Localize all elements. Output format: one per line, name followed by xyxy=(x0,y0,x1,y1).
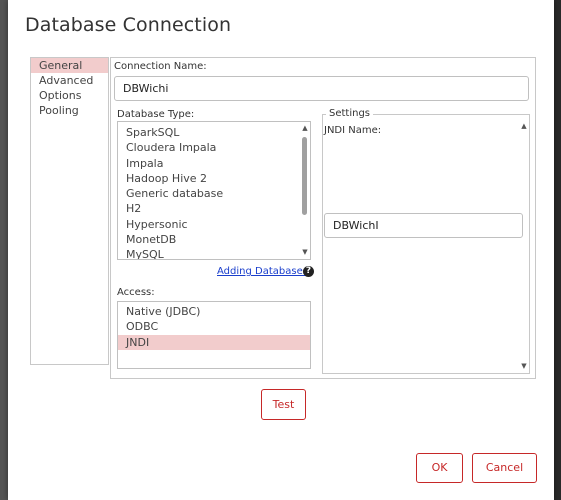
nav-item-advanced[interactable]: Advanced xyxy=(31,73,108,88)
adding-databases-link[interactable]: Adding Databases xyxy=(217,266,308,277)
db-type-option[interactable]: Hypersonic xyxy=(118,217,310,232)
database-type-list[interactable]: SparkSQL Cloudera Impala Impala Hadoop H… xyxy=(117,121,311,260)
database-type-label: Database Type: xyxy=(117,109,195,120)
settings-legend: Settings xyxy=(326,108,374,119)
nav-item-general[interactable]: General xyxy=(31,58,108,73)
access-option-selected[interactable]: JNDI xyxy=(118,334,310,350)
scroll-up-arrow-icon[interactable]: ▲ xyxy=(519,122,529,131)
scroll-down-arrow-icon[interactable]: ▼ xyxy=(300,248,310,257)
scroll-thumb[interactable] xyxy=(302,137,307,215)
access-option[interactable]: ODBC xyxy=(118,319,310,334)
general-panel: Connection Name: DBWichi Database Type: … xyxy=(110,57,536,379)
settings-scrollbar[interactable]: ▲ ▼ xyxy=(519,115,529,373)
access-list[interactable]: Native (JDBC) ODBC JNDI xyxy=(117,301,311,369)
db-type-option[interactable]: Cloudera Impala xyxy=(118,140,310,155)
connection-name-input[interactable]: DBWichi xyxy=(114,76,529,101)
scroll-down-arrow-icon[interactable]: ▼ xyxy=(519,362,529,371)
db-type-option[interactable]: MonetDB xyxy=(118,232,310,247)
ok-button[interactable]: OK xyxy=(416,453,463,483)
db-type-option[interactable]: Generic database xyxy=(118,186,310,201)
database-connection-dialog: Database Connection General Advanced Opt… xyxy=(8,0,554,500)
scroll-up-arrow-icon[interactable]: ▲ xyxy=(300,124,310,133)
jndi-name-input[interactable]: DBWichI xyxy=(324,213,523,238)
connection-name-label: Connection Name: xyxy=(114,61,207,72)
nav-item-options[interactable]: Options xyxy=(31,88,108,103)
section-nav: General Advanced Options Pooling xyxy=(30,57,109,365)
db-type-option[interactable]: Hadoop Hive 2 xyxy=(118,171,310,186)
background-left xyxy=(0,0,8,500)
db-type-option[interactable]: MySQL xyxy=(118,247,310,259)
nav-item-pooling[interactable]: Pooling xyxy=(31,103,108,118)
access-label: Access: xyxy=(117,287,155,298)
access-option[interactable]: Native (JDBC) xyxy=(118,304,310,319)
test-button[interactable]: Test xyxy=(261,389,306,420)
dialog-title: Database Connection xyxy=(25,14,232,36)
help-icon[interactable]: ? xyxy=(303,266,314,277)
db-type-scrollbar[interactable]: ▲ ▼ xyxy=(300,122,310,259)
jndi-name-label: JNDI Name: xyxy=(324,125,382,136)
settings-fieldset: Settings JNDI Name: DBWichI ▲ ▼ xyxy=(322,108,530,374)
background-right xyxy=(554,0,561,500)
cancel-button[interactable]: Cancel xyxy=(472,453,537,483)
db-type-option[interactable]: Impala xyxy=(118,156,310,171)
db-type-option[interactable]: H2 xyxy=(118,201,310,216)
db-type-option[interactable]: SparkSQL xyxy=(118,125,310,140)
